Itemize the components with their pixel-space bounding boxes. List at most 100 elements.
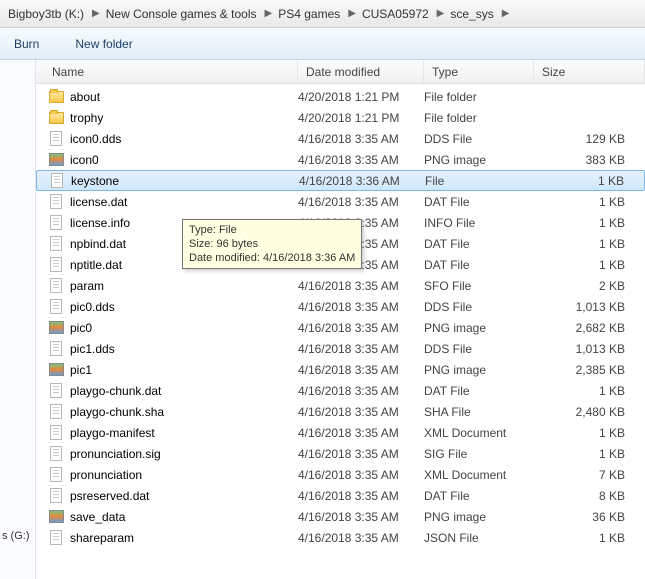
cell-size: 1 KB <box>534 384 645 398</box>
table-row[interactable]: keystone4/16/2018 3:36 AMFile1 KB <box>36 170 645 191</box>
cell-size: 1 KB <box>534 531 645 545</box>
tooltip-type: Type: File <box>189 223 355 237</box>
file-icon <box>48 131 64 147</box>
header-type[interactable]: Type <box>424 60 534 83</box>
table-row[interactable]: pic1.dds4/16/2018 3:35 AMDDS File1,013 K… <box>36 338 645 359</box>
cell-name[interactable]: pronunciation.sig <box>48 446 298 462</box>
table-row[interactable]: pic14/16/2018 3:35 AMPNG image2,385 KB <box>36 359 645 380</box>
tree-item-drive[interactable]: s (G:) <box>0 528 35 544</box>
cell-type: INFO File <box>424 216 534 230</box>
file-icon <box>48 278 64 294</box>
cell-name[interactable]: trophy <box>48 110 298 126</box>
file-icon <box>48 257 64 273</box>
cell-name[interactable]: pic1.dds <box>48 341 298 357</box>
file-name: psreserved.dat <box>70 489 149 503</box>
nav-tree[interactable]: s (G:) <box>0 60 36 579</box>
cell-name[interactable]: shareparam <box>48 530 298 546</box>
cell-name[interactable]: playgo-manifest <box>48 425 298 441</box>
chevron-right-icon[interactable]: ▶ <box>90 8 102 19</box>
cell-type: DAT File <box>424 489 534 503</box>
table-row[interactable]: pronunciation.sig4/16/2018 3:35 AMSIG Fi… <box>36 443 645 464</box>
header-size[interactable]: Size <box>534 60 645 83</box>
chevron-right-icon[interactable]: ▶ <box>346 8 358 19</box>
file-icon <box>48 341 64 357</box>
cell-type: DAT File <box>424 195 534 209</box>
table-row[interactable]: playgo-chunk.dat4/16/2018 3:35 AMDAT Fil… <box>36 380 645 401</box>
cell-name[interactable]: pic0 <box>48 320 298 336</box>
cell-name[interactable]: keystone <box>49 173 299 189</box>
cell-date: 4/16/2018 3:36 AM <box>299 174 425 188</box>
cell-name[interactable]: pronunciation <box>48 467 298 483</box>
file-name: nptitle.dat <box>70 258 122 272</box>
cell-date: 4/16/2018 3:35 AM <box>298 195 424 209</box>
cell-name[interactable]: save_data <box>48 509 298 525</box>
cell-type: DDS File <box>424 342 534 356</box>
cell-name[interactable]: playgo-chunk.dat <box>48 383 298 399</box>
cell-size: 2,385 KB <box>534 363 645 377</box>
cell-type: PNG image <box>424 321 534 335</box>
cell-name[interactable]: icon0.dds <box>48 131 298 147</box>
cell-name[interactable]: about <box>48 89 298 105</box>
breadcrumb-item[interactable]: New Console games & tools <box>102 3 263 25</box>
table-row[interactable]: trophy4/20/2018 1:21 PMFile folder <box>36 107 645 128</box>
breadcrumb-item[interactable]: sce_sys <box>446 3 499 25</box>
table-row[interactable]: icon04/16/2018 3:35 AMPNG image383 KB <box>36 149 645 170</box>
cell-date: 4/16/2018 3:35 AM <box>298 405 424 419</box>
cell-name[interactable]: param <box>48 278 298 294</box>
cell-name[interactable]: pic1 <box>48 362 298 378</box>
table-row[interactable]: icon0.dds4/16/2018 3:35 AMDDS File129 KB <box>36 128 645 149</box>
table-row[interactable]: param4/16/2018 3:35 AMSFO File2 KB <box>36 275 645 296</box>
cell-name[interactable]: playgo-chunk.sha <box>48 404 298 420</box>
cell-name[interactable]: psreserved.dat <box>48 488 298 504</box>
header-date[interactable]: Date modified <box>298 60 424 83</box>
file-name: pic0 <box>70 321 92 335</box>
cell-type: DAT File <box>424 384 534 398</box>
table-row[interactable]: psreserved.dat4/16/2018 3:35 AMDAT File8… <box>36 485 645 506</box>
cell-size: 129 KB <box>534 132 645 146</box>
breadcrumb-item[interactable]: Bigboy3tb (K:) <box>4 3 90 25</box>
cell-type: DAT File <box>424 258 534 272</box>
tooltip: Type: File Size: 96 bytes Date modified:… <box>182 219 362 269</box>
cell-date: 4/16/2018 3:35 AM <box>298 279 424 293</box>
new-folder-button[interactable]: New folder <box>69 33 138 55</box>
table-row[interactable]: pronunciation4/16/2018 3:35 AMXML Docume… <box>36 464 645 485</box>
header-name[interactable]: Name <box>36 60 298 83</box>
burn-button[interactable]: Burn <box>8 33 45 55</box>
cell-type: DDS File <box>424 300 534 314</box>
cell-size: 1,013 KB <box>534 342 645 356</box>
cell-name[interactable]: pic0.dds <box>48 299 298 315</box>
chevron-right-icon[interactable]: ▶ <box>500 8 512 19</box>
table-row[interactable]: about4/20/2018 1:21 PMFile folder <box>36 86 645 107</box>
cell-size: 1 KB <box>534 426 645 440</box>
file-icon <box>48 425 64 441</box>
table-row[interactable]: license.dat4/16/2018 3:35 AMDAT File1 KB <box>36 191 645 212</box>
table-row[interactable]: playgo-chunk.sha4/16/2018 3:35 AMSHA Fil… <box>36 401 645 422</box>
cell-size: 2,682 KB <box>534 321 645 335</box>
table-row[interactable]: pic0.dds4/16/2018 3:35 AMDDS File1,013 K… <box>36 296 645 317</box>
cell-size: 1,013 KB <box>534 300 645 314</box>
column-headers[interactable]: Name Date modified Type Size <box>36 60 645 84</box>
chevron-right-icon[interactable]: ▶ <box>435 8 447 19</box>
file-name: icon0 <box>70 153 99 167</box>
file-name: pic1.dds <box>70 342 115 356</box>
breadcrumb-item[interactable]: PS4 games <box>274 3 346 25</box>
file-name: pronunciation <box>70 468 142 482</box>
cell-size: 7 KB <box>534 468 645 482</box>
cell-size: 2 KB <box>534 279 645 293</box>
breadcrumb[interactable]: Bigboy3tb (K:)▶New Console games & tools… <box>0 0 645 28</box>
chevron-right-icon[interactable]: ▶ <box>263 8 275 19</box>
file-icon <box>48 236 64 252</box>
table-row[interactable]: playgo-manifest4/16/2018 3:35 AMXML Docu… <box>36 422 645 443</box>
cell-size: 1 KB <box>534 447 645 461</box>
cell-size: 1 KB <box>534 195 645 209</box>
cell-name[interactable]: license.dat <box>48 194 298 210</box>
breadcrumb-item[interactable]: CUSA05972 <box>358 3 435 25</box>
file-name: keystone <box>71 174 119 188</box>
table-row[interactable]: save_data4/16/2018 3:35 AMPNG image36 KB <box>36 506 645 527</box>
table-row[interactable]: shareparam4/16/2018 3:35 AMJSON File1 KB <box>36 527 645 548</box>
file-name: npbind.dat <box>70 237 126 251</box>
cell-name[interactable]: icon0 <box>48 152 298 168</box>
cell-date: 4/16/2018 3:35 AM <box>298 510 424 524</box>
table-row[interactable]: pic04/16/2018 3:35 AMPNG image2,682 KB <box>36 317 645 338</box>
cell-size: 1 KB <box>534 216 645 230</box>
